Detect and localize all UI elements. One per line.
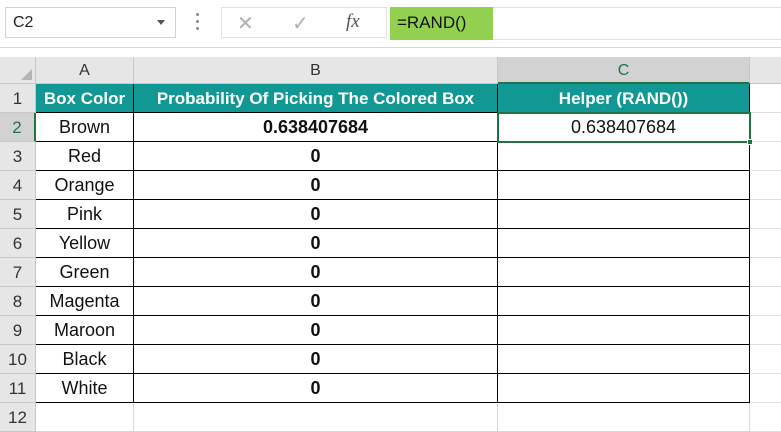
cell-empty[interactable] xyxy=(134,403,498,432)
cell-helper[interactable] xyxy=(498,374,750,403)
row-header-12[interactable]: 12 xyxy=(0,403,36,432)
cell-overflow[interactable] xyxy=(750,113,781,142)
name-box[interactable]: C2 xyxy=(5,7,176,38)
spreadsheet-grid: A B C 1 2 3 4 5 6 7 8 9 10 11 12 Box Color Probability O… xyxy=(0,57,781,432)
row-header-9[interactable]: 9 xyxy=(0,316,36,345)
cell-overflow[interactable] xyxy=(750,200,781,229)
row-header-7[interactable]: 7 xyxy=(0,258,36,287)
formula-input[interactable]: =RAND() xyxy=(390,7,493,40)
cell-empty[interactable] xyxy=(36,403,134,432)
name-box-value: C2 xyxy=(13,14,34,31)
cell-helper[interactable] xyxy=(498,316,750,345)
row-header-5[interactable]: 5 xyxy=(0,200,36,229)
cell-box-color[interactable]: White xyxy=(36,374,134,403)
column-header-overflow xyxy=(750,57,781,84)
cell-probability[interactable]: 0.638407684 xyxy=(134,113,498,142)
cell-probability[interactable]: 0 xyxy=(134,258,498,287)
cell-overflow[interactable] xyxy=(750,316,781,345)
cell-box-color[interactable]: Brown xyxy=(36,113,134,142)
cell-probability[interactable]: 0 xyxy=(134,200,498,229)
insert-function-icon[interactable]: fx xyxy=(346,11,360,33)
cell-overflow[interactable] xyxy=(750,287,781,316)
formula-text: =RAND() xyxy=(397,13,467,32)
select-all-button[interactable] xyxy=(0,57,36,84)
cell-overflow[interactable] xyxy=(750,142,781,171)
formula-bar-area: C2 ✕ ✓ fx =RAND() xyxy=(0,0,781,48)
cell-box-color[interactable]: Orange xyxy=(36,171,134,200)
header-helper[interactable]: Helper (RAND()) xyxy=(498,84,750,113)
row-header-2[interactable]: 2 xyxy=(0,113,36,142)
header-box-color[interactable]: Box Color xyxy=(36,84,134,113)
cell-helper[interactable] xyxy=(498,345,750,374)
cell-helper[interactable] xyxy=(498,258,750,287)
cell-probability[interactable]: 0 xyxy=(134,316,498,345)
row-header-4[interactable]: 4 xyxy=(0,171,36,200)
column-header-a[interactable]: A xyxy=(36,57,134,84)
cell-helper[interactable]: 0.638407684 xyxy=(498,113,750,142)
cell-helper[interactable] xyxy=(498,200,750,229)
cell-overflow[interactable] xyxy=(750,84,781,113)
cell-box-color[interactable]: Green xyxy=(36,258,134,287)
cell-box-color[interactable]: Maroon xyxy=(36,316,134,345)
row-header-6[interactable]: 6 xyxy=(0,229,36,258)
row-header-3[interactable]: 3 xyxy=(0,142,36,171)
cell-probability[interactable]: 0 xyxy=(134,345,498,374)
select-all-icon xyxy=(21,69,32,80)
cell-probability[interactable]: 0 xyxy=(134,287,498,316)
formula-input-rest[interactable] xyxy=(493,7,781,40)
row-header-8[interactable]: 8 xyxy=(0,287,36,316)
cell-overflow[interactable] xyxy=(750,229,781,258)
cell-box-color[interactable]: Magenta xyxy=(36,287,134,316)
column-header-c[interactable]: C xyxy=(498,57,750,84)
row-header-1[interactable]: 1 xyxy=(0,84,36,113)
more-options-icon[interactable] xyxy=(196,13,200,33)
cancel-icon[interactable]: ✕ xyxy=(237,11,254,36)
cell-box-color[interactable]: Pink xyxy=(36,200,134,229)
column-header-b[interactable]: B xyxy=(134,57,498,84)
cell-box-color[interactable]: Yellow xyxy=(36,229,134,258)
cell-probability[interactable]: 0 xyxy=(134,229,498,258)
chevron-down-icon[interactable] xyxy=(157,20,165,25)
cell-box-color[interactable]: Black xyxy=(36,345,134,374)
cell-box-color[interactable]: Red xyxy=(36,142,134,171)
header-probability[interactable]: Probability Of Picking The Colored Box xyxy=(134,84,498,113)
enter-icon[interactable]: ✓ xyxy=(292,11,309,36)
cell-helper[interactable] xyxy=(498,171,750,200)
spacer xyxy=(0,48,781,57)
fill-handle[interactable] xyxy=(747,139,753,145)
cell-probability[interactable]: 0 xyxy=(134,374,498,403)
cell-helper[interactable] xyxy=(498,287,750,316)
cell-probability[interactable]: 0 xyxy=(134,171,498,200)
row-header-11[interactable]: 11 xyxy=(0,374,36,403)
cell-helper[interactable] xyxy=(498,229,750,258)
row-header-10[interactable]: 10 xyxy=(0,345,36,374)
cell-helper[interactable] xyxy=(498,142,750,171)
formula-buttons: ✕ ✓ fx xyxy=(221,7,387,38)
cell-overflow[interactable] xyxy=(750,374,781,403)
cell-overflow[interactable] xyxy=(750,345,781,374)
cell-empty[interactable] xyxy=(498,403,750,432)
cell-overflow[interactable] xyxy=(750,403,781,432)
cell-overflow[interactable] xyxy=(750,258,781,287)
cell-overflow[interactable] xyxy=(750,171,781,200)
cell-probability[interactable]: 0 xyxy=(134,142,498,171)
